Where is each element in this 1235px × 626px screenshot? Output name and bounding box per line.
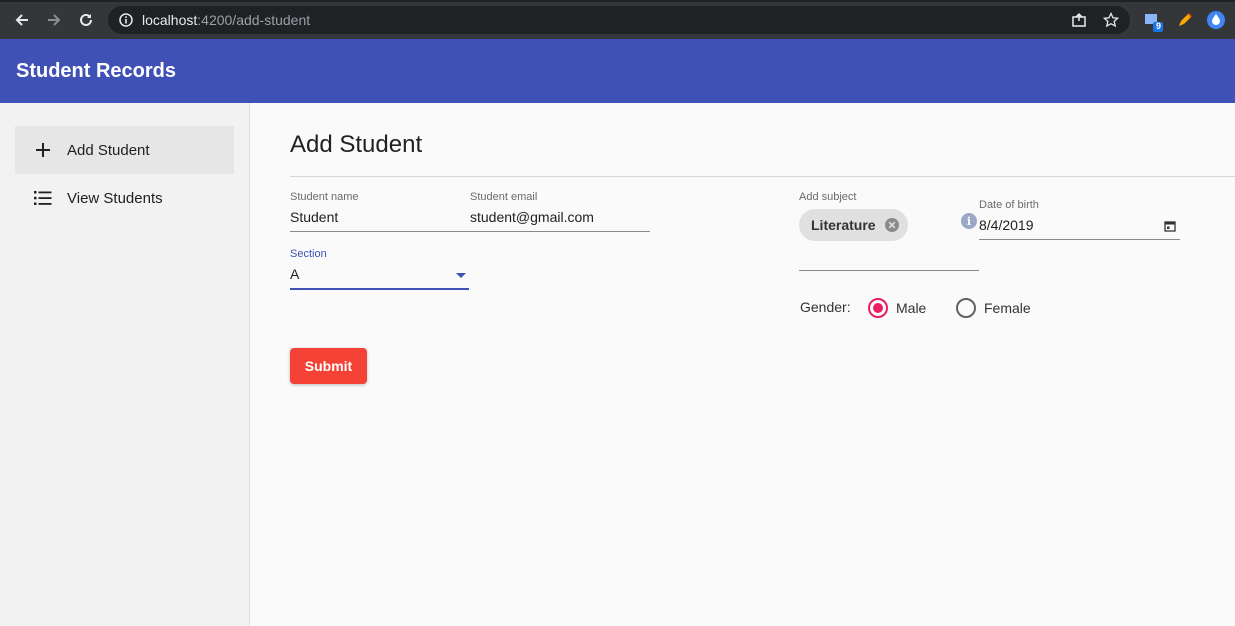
student-name-input[interactable]: Student — [290, 209, 470, 225]
section-label: Section — [290, 248, 327, 260]
info-icon[interactable]: i — [961, 213, 977, 229]
tab-strip — [0, 0, 1235, 2]
address-bar[interactable]: localhost:4200/add-student — [108, 6, 1130, 34]
pen-extension-icon[interactable] — [1175, 10, 1195, 30]
student-email-underline — [470, 231, 650, 232]
calendar-icon[interactable] — [1164, 219, 1176, 237]
section-value: A — [290, 266, 300, 282]
url-text: localhost:4200/add-student — [142, 12, 310, 28]
student-name-underline — [290, 231, 470, 232]
page-title: Add Student — [290, 131, 423, 158]
dob-input[interactable]: 8/4/2019 — [979, 217, 1180, 233]
url-host: localhost — [142, 12, 198, 28]
site-info-icon[interactable] — [118, 12, 134, 28]
forward-icon[interactable] — [43, 9, 65, 31]
sidebar: Add Student View Students — [0, 103, 250, 626]
app-toolbar: Student Records — [0, 39, 1235, 103]
extension-icon[interactable]: 9 — [1143, 10, 1163, 32]
subject-chip[interactable]: Literature — [799, 209, 908, 241]
gender-label: Gender: — [800, 299, 851, 315]
dob-underline — [979, 239, 1180, 240]
sidebar-item-label: Add Student — [67, 141, 150, 159]
back-icon[interactable] — [11, 9, 33, 31]
section-underline — [290, 288, 469, 290]
subject-label: Add subject — [799, 191, 857, 203]
dropdown-arrow-icon[interactable] — [456, 273, 466, 278]
app-title: Student Records — [16, 60, 177, 82]
gender-female-label[interactable]: Female — [984, 300, 1031, 316]
dob-field[interactable]: Date of birth 8/4/2019 — [979, 199, 1180, 241]
main-content: Add Student Student name Student Student… — [250, 103, 1235, 626]
student-name-label: Student name — [290, 191, 359, 203]
droplet-extension-icon[interactable] — [1206, 10, 1226, 30]
sidebar-item-add-student[interactable]: Add Student — [15, 126, 234, 174]
section-select[interactable]: Section A — [290, 248, 469, 292]
share-icon[interactable] — [1071, 12, 1087, 28]
student-email-input[interactable]: student@gmail.com — [470, 209, 650, 225]
bookmark-star-icon[interactable] — [1102, 11, 1120, 28]
plus-icon — [31, 138, 55, 162]
list-icon — [31, 186, 55, 210]
sidebar-item-label: View Students — [67, 189, 163, 207]
browser-toolbar: localhost:4200/add-student 9 — [0, 0, 1235, 39]
gender-male-radio[interactable] — [868, 298, 888, 318]
submit-button[interactable]: Submit — [290, 348, 367, 384]
url-path: :4200/add-student — [197, 12, 311, 28]
extension-badge: 9 — [1156, 21, 1162, 31]
student-email-label: Student email — [470, 191, 538, 203]
gender-male-label[interactable]: Male — [896, 300, 926, 316]
subject-underline — [799, 270, 979, 271]
sidebar-item-view-students[interactable]: View Students — [15, 174, 234, 222]
student-email-field[interactable]: Student email student@gmail.com — [470, 191, 650, 233]
gender-female-radio[interactable] — [956, 298, 976, 318]
chip-label: Literature — [811, 217, 876, 233]
reload-icon[interactable] — [75, 9, 97, 31]
student-name-field[interactable]: Student name Student — [290, 191, 470, 233]
dob-label: Date of birth — [979, 199, 1039, 211]
subject-chip-field[interactable]: Add subject Literature — [799, 191, 979, 272]
divider — [290, 176, 1235, 177]
chip-remove-icon[interactable] — [884, 217, 900, 233]
